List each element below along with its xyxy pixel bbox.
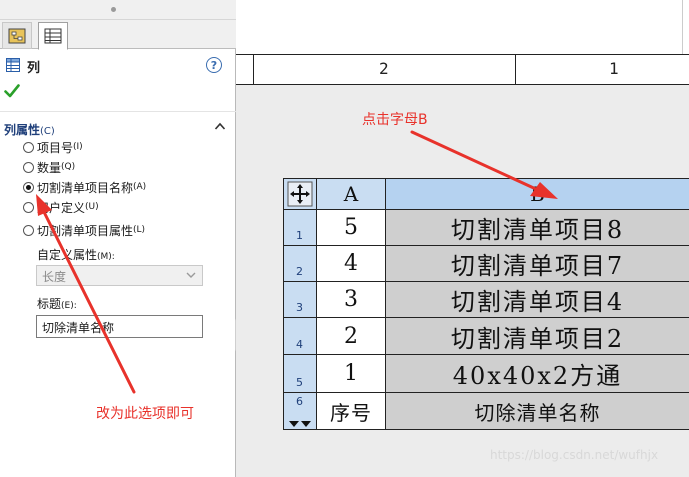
row-header[interactable]: 5 xyxy=(283,355,317,393)
table-move-handle[interactable] xyxy=(283,178,317,210)
tab-property-manager[interactable] xyxy=(38,22,68,50)
ok-checkmark-icon[interactable] xyxy=(4,84,20,98)
row-header[interactable]: 6 xyxy=(283,393,317,430)
option-cut-list-item-name[interactable]: 切割清单项目名称 (A) xyxy=(23,178,146,196)
option-item-number[interactable]: 项目号 (I) xyxy=(23,138,83,156)
table-cell-b[interactable]: 切割清单项目4 xyxy=(386,282,689,318)
expand-rows-icon[interactable] xyxy=(287,420,313,428)
feature-tree-icon xyxy=(8,28,26,43)
option-user-defined[interactable]: 用户定义 (U) xyxy=(23,198,99,216)
table-cell-a[interactable]: 4 xyxy=(317,246,386,282)
panel-grip-icon[interactable] xyxy=(111,7,116,12)
row-header[interactable]: 1 xyxy=(283,210,317,246)
panel-tab-strip xyxy=(0,20,236,49)
panel-title: 列 xyxy=(27,61,41,76)
table-cell-b[interactable]: 切割清单项目8 xyxy=(386,210,689,246)
table-cell-a[interactable]: 3 xyxy=(317,282,386,318)
section-title-column-properties[interactable]: 列属性(C) xyxy=(4,121,55,138)
zone-divider xyxy=(253,54,254,85)
table-cell-b[interactable]: 切割清单项目2 xyxy=(386,318,689,355)
watermark-text: https://blog.csdn.net/wufhjx xyxy=(490,448,659,462)
table-cell-b[interactable]: 切除清单名称 xyxy=(386,393,689,430)
radio-button-selected[interactable] xyxy=(23,181,34,193)
property-list-icon xyxy=(44,28,62,44)
title-input[interactable]: 切除清单名称 xyxy=(36,315,203,338)
option-quantity[interactable]: 数量 (Q) xyxy=(23,158,75,176)
row-header[interactable]: 4 xyxy=(283,318,317,355)
sheet-frame-edge xyxy=(682,0,683,54)
radio-button[interactable] xyxy=(23,141,34,153)
chevron-up-icon[interactable] xyxy=(214,121,226,131)
cut-list-table[interactable]: A B 1 5 切割清单项目8 2 4 切割清单项目7 3 3 切割清单项目4 … xyxy=(283,178,689,430)
custom-property-select[interactable]: 长度 xyxy=(36,265,203,286)
column-header-a[interactable]: A xyxy=(317,178,386,210)
zone-label-2: 2 xyxy=(379,59,389,78)
row-header[interactable]: 2 xyxy=(283,246,317,282)
chevron-down-icon xyxy=(186,272,196,278)
annotation-click-b: 点击字母B xyxy=(362,112,428,128)
tab-feature-manager[interactable] xyxy=(2,22,32,49)
title-field-label: 标题(E): xyxy=(37,297,77,311)
radio-button[interactable] xyxy=(23,201,34,213)
sheet-zone-band xyxy=(236,54,689,85)
move-arrows-icon xyxy=(287,181,312,206)
table-cell-b[interactable]: 切割清单项目7 xyxy=(386,246,689,282)
table-cell-a[interactable]: 序号 xyxy=(317,393,386,430)
radio-button[interactable] xyxy=(23,161,34,173)
annotation-change-option: 改为此选项即可 xyxy=(96,406,194,422)
table-cell-a[interactable]: 2 xyxy=(317,318,386,355)
zone-divider xyxy=(515,54,516,85)
panel-top-bar xyxy=(0,0,236,20)
option-cut-list-item-property[interactable]: 切割清单项目属性 (L) xyxy=(23,221,145,239)
radio-button[interactable] xyxy=(23,224,34,236)
table-cell-b[interactable]: 40x40x2方通 xyxy=(386,355,689,393)
panel-divider xyxy=(0,111,236,112)
help-icon[interactable]: ? xyxy=(206,57,222,73)
zone-label-1: 1 xyxy=(609,59,619,78)
column-header-b[interactable]: B xyxy=(386,178,689,210)
table-cell-a[interactable]: 5 xyxy=(317,210,386,246)
custom-property-label: 自定义属性(M): xyxy=(37,248,115,262)
table-cell-a[interactable]: 1 xyxy=(317,355,386,393)
column-table-icon xyxy=(6,58,20,72)
row-header[interactable]: 3 xyxy=(283,282,317,318)
